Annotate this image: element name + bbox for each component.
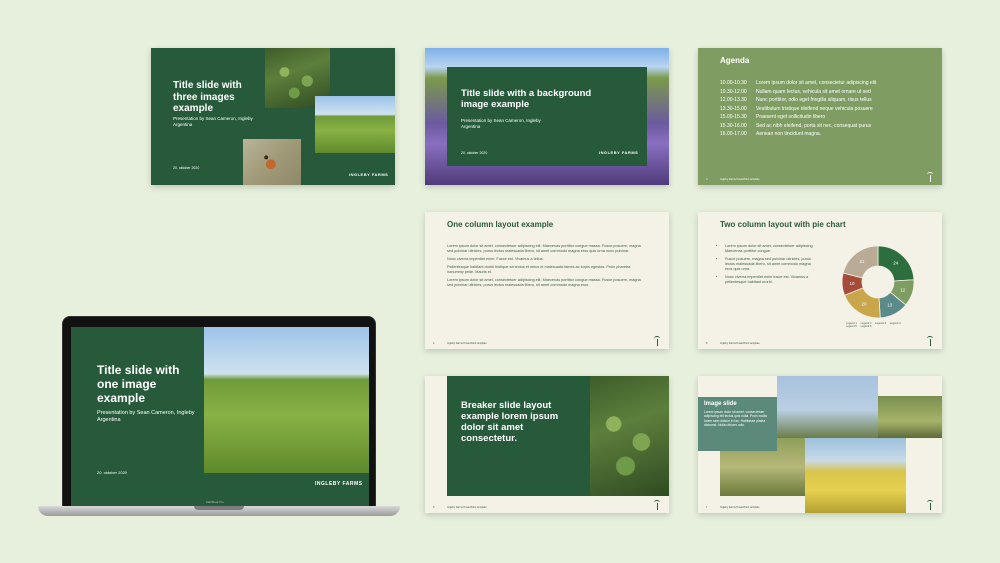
slide-title: Title slide with a background image exam… <box>461 88 592 110</box>
pie-slice-label: 10 <box>850 281 856 286</box>
slide-page-number: 3 <box>706 178 708 181</box>
laptop-screen: Title slide with one image example Prese… <box>62 316 376 508</box>
slide-footer: Ingleby Farms PowerPoint template <box>447 506 487 509</box>
brand-logo: INGLEBY FARMS <box>349 172 389 177</box>
slide-title: Title slide with three images example <box>173 80 242 114</box>
pie-legend: Legend 1 Legend 2 Legend 3 Legend 4 Lege… <box>846 322 906 328</box>
sprout-icon <box>653 500 661 510</box>
field-photo <box>204 327 369 473</box>
bullet-item: Lorem ipsum dolor sit amet, consectetuer… <box>725 244 815 254</box>
agenda-item: 15.30-16.00 Sed ac nibh eleifend, porta s… <box>720 122 872 129</box>
slide-one-image[interactable]: Title slide with one image example Prese… <box>71 327 369 507</box>
slide-footer: Ingleby Farms PowerPoint template <box>447 342 487 345</box>
agenda-title: Agenda <box>720 56 750 65</box>
device-label: MacBook Pro <box>206 500 225 504</box>
pie-slice-label: 24 <box>893 261 899 266</box>
bullet-list: Lorem ipsum dolor sit amet, consectetuer… <box>720 244 815 285</box>
breaker-panel: Breaker slide layout example lorem ipsum… <box>447 376 590 496</box>
slide-date: 20. oktober 2020 <box>97 470 128 475</box>
pie-slice-label: 12 <box>900 288 906 293</box>
sprout-icon <box>653 336 661 346</box>
pie-slice-label: 21 <box>860 259 866 264</box>
slide-date: 20. oktober 2020 <box>173 166 200 170</box>
slide-background-image[interactable]: Title slide with a background image exam… <box>425 48 669 185</box>
slide-date: 20. oktober 2020 <box>461 151 488 155</box>
caption-text: Lorem ipsum dolor sit amet, consectetuer… <box>704 410 768 428</box>
bullet-item: Nunc viverra imperdiet enim fusce est. V… <box>725 275 815 285</box>
slide-page-number: 6 <box>433 506 435 509</box>
slide-subtitle: Presentation by Sean Cameron, Ingleby Ar… <box>173 116 253 127</box>
bird-photo <box>805 438 906 513</box>
agenda-item: 10.30-12.00 Nullam quam lectus, vehicula … <box>720 88 871 95</box>
legend-item: Legend 4 <box>889 322 901 325</box>
sprout-icon <box>926 500 934 510</box>
slide-footer: Ingleby Farms PowerPoint template <box>720 506 760 509</box>
slide-page-number: 7 <box>706 506 708 509</box>
pie-chart: 24 12 13 20 10 21 <box>841 245 915 319</box>
sprout-icon <box>926 336 934 346</box>
legend-item: Legend 5 <box>846 325 857 328</box>
slide-one-column[interactable]: One column layout example Lorem ipsum do… <box>425 212 669 349</box>
agenda-item: 13.30-15.00 Vestibulum tristique eleifend… <box>720 105 873 112</box>
paragraph: Pellentesque habitant morbi tristique se… <box>447 265 631 274</box>
agenda-item: 16.00-17.00 Aenean non tincidunt magna. <box>720 131 822 137</box>
paragraph: Lorem ipsum dolor sit amet, consectetuer… <box>447 244 641 253</box>
brand-logo: INGLEBY FARMS <box>315 481 363 487</box>
laptop-notch <box>194 506 244 510</box>
butterfly-photo <box>243 139 301 185</box>
pie-slice-label: 20 <box>862 301 868 306</box>
pie-slice-label: 13 <box>887 303 893 308</box>
legend-item: Legend 6 <box>860 325 872 328</box>
agenda-item: 15.00-15.30 Praesent eget sollicitudin li… <box>720 114 826 120</box>
slide-footer: Ingleby Farms PowerPoint template <box>720 342 760 345</box>
slide-breaker[interactable]: Breaker slide layout example lorem ipsum… <box>425 376 669 513</box>
slide-image[interactable]: Image slide Lorem ipsum dolor sit amet, … <box>698 376 942 513</box>
slide-title: Two column layout with pie chart <box>720 220 846 229</box>
paragraph: Nunc viverra imperdiet enim. Fusce est. … <box>447 257 544 261</box>
slide-title: Title slide with one image example <box>97 363 180 405</box>
agenda-item: 12.00-13.30 Nunc porttitor, odio eget fri… <box>720 97 872 103</box>
agenda-item: 10.00-10.30 Lorem ipsum dolor sit amet, c… <box>720 80 877 86</box>
slide-three-images[interactable]: Title slide with three images example Pr… <box>151 48 395 185</box>
avocado-photo <box>590 376 669 496</box>
slide-subtitle: Presentation by Sean Cameron, Ingleby Ar… <box>461 118 541 129</box>
sprout-icon <box>926 172 934 182</box>
title-panel: Title slide with a background image exam… <box>447 67 647 166</box>
body-text: Lorem ipsum dolor sit amet, consectetuer… <box>447 244 647 288</box>
slide-subtitle: Presentation by Sean Cameron, Ingleby Ar… <box>97 410 195 424</box>
slide-title: Image slide <box>704 401 737 407</box>
slide-page-number: 4 <box>433 342 435 345</box>
bird-photo <box>878 396 942 438</box>
field-photo <box>315 96 395 153</box>
paragraph: Lorem ipsum dolor sit amet, consectetuer… <box>447 278 641 287</box>
legend-item: Legend 3 <box>875 322 886 325</box>
slide-title: One column layout example <box>447 220 554 229</box>
slide-title: Breaker slide layout example lorem ipsum… <box>461 400 559 444</box>
bullet-item: Fusce posuere, magna sed pulvinar ultric… <box>725 257 815 272</box>
slide-agenda[interactable]: Agenda 10.00-10.30 Lorem ipsum dolor sit … <box>698 48 942 185</box>
slide-page-number: 5 <box>706 342 708 345</box>
agenda-list: 10.00-10.30 Lorem ipsum dolor sit amet, c… <box>720 79 930 139</box>
slide-footer: Ingleby Farms PowerPoint template <box>720 178 760 181</box>
caption-box: Image slide Lorem ipsum dolor sit amet, … <box>698 397 777 451</box>
slide-pie-chart[interactable]: Two column layout with pie chart Lorem i… <box>698 212 942 349</box>
brand-logo: INGLEBY FARMS <box>599 150 639 155</box>
bird-photo <box>777 376 878 438</box>
